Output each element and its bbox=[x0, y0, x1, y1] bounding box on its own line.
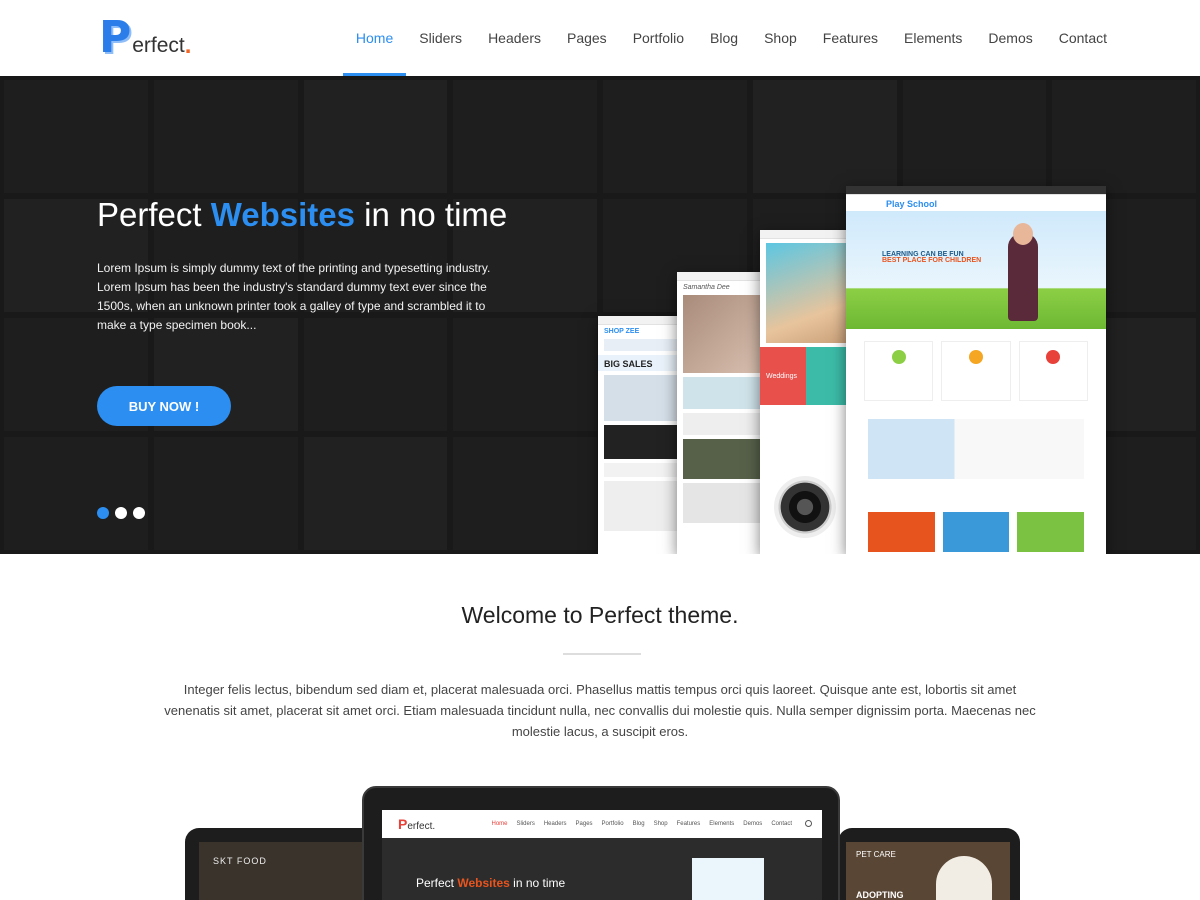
slider-dot-2[interactable] bbox=[115, 507, 127, 519]
nav-item-blog[interactable]: Blog bbox=[697, 0, 751, 76]
nav-item-contact[interactable]: Contact bbox=[1046, 0, 1120, 76]
device-perfect-theme: Perfect. Home Sliders Headers Pages Port… bbox=[362, 786, 840, 900]
device-food-theme: SKT FOOD bbox=[185, 828, 380, 900]
main-nav: Home Sliders Headers Pages Portfolio Blo… bbox=[342, 0, 1120, 76]
mockup-blog-title: Samantha Dee bbox=[683, 284, 730, 291]
food-theme-brand: SKT FOOD bbox=[213, 856, 267, 866]
hero-title-accent: Websites bbox=[210, 196, 355, 233]
section-divider bbox=[563, 653, 641, 655]
mini-logo: Perfect. bbox=[398, 816, 436, 832]
buy-now-button[interactable]: BUY NOW ! bbox=[97, 386, 231, 426]
camera-photo bbox=[774, 476, 836, 538]
mockup-shop-title: BIG SALES bbox=[598, 355, 688, 371]
site-header: P erfect . Home Sliders Headers Pages Po… bbox=[0, 0, 1200, 76]
mockup-photo-tile-weddings: Weddings bbox=[760, 347, 806, 405]
slider-dot-1[interactable] bbox=[97, 507, 109, 519]
nav-item-home[interactable]: Home bbox=[342, 0, 407, 76]
nav-item-sliders[interactable]: Sliders bbox=[406, 0, 475, 76]
site-logo[interactable]: P erfect . bbox=[99, 12, 192, 63]
dog-photo bbox=[936, 856, 992, 900]
nav-item-shop[interactable]: Shop bbox=[751, 0, 810, 76]
nav-item-elements[interactable]: Elements bbox=[891, 0, 975, 76]
welcome-title: Welcome to Perfect theme. bbox=[461, 602, 739, 628]
slider-pagination bbox=[97, 507, 145, 519]
perfect-theme-screen: Perfect. Home Sliders Headers Pages Port… bbox=[382, 810, 822, 900]
mockup-photography-theme: Weddings bbox=[760, 230, 852, 554]
mockup-school-theme: Play School LEARNING CAN BE FUN BEST PLA… bbox=[846, 186, 1106, 554]
mockup-shop-theme: SHOP ZEE BIG SALES bbox=[598, 316, 688, 554]
device-petcare-theme: PET CARE ADOPTING bbox=[838, 828, 1020, 900]
welcome-description: Integer felis lectus, bibendum sed diam … bbox=[164, 682, 1036, 739]
nav-item-headers[interactable]: Headers bbox=[475, 0, 554, 76]
mockup-blog-theme: Samantha Dee bbox=[677, 272, 769, 554]
logo-letter: P bbox=[99, 12, 132, 63]
logo-text: erfect bbox=[132, 34, 185, 57]
nav-item-demos[interactable]: Demos bbox=[975, 0, 1045, 76]
hero-slider: Perfect Websites in no time Lorem Ipsum … bbox=[0, 76, 1200, 554]
hero-description: Lorem Ipsum is simply dummy text of the … bbox=[97, 261, 491, 332]
logo-dot: . bbox=[184, 32, 192, 59]
mini-nav: Home Sliders Headers Pages Portfolio Blo… bbox=[491, 821, 792, 827]
mockup-shop-brand: SHOP ZEE bbox=[604, 328, 640, 335]
mini-site-header: Perfect. Home Sliders Headers Pages Port… bbox=[382, 810, 822, 838]
mockup-school-features bbox=[846, 329, 1106, 413]
mini-mockup-preview bbox=[692, 858, 764, 900]
petcare-theme-brand: PET CARE bbox=[856, 850, 896, 859]
child-illustration bbox=[1008, 223, 1038, 321]
nav-item-pages[interactable]: Pages bbox=[554, 0, 620, 76]
slider-dot-3[interactable] bbox=[133, 507, 145, 519]
mockup-school-title: Play School bbox=[886, 199, 938, 209]
nav-item-portfolio[interactable]: Portfolio bbox=[620, 0, 697, 76]
nav-item-features[interactable]: Features bbox=[810, 0, 891, 76]
petcare-theme-title: ADOPTING bbox=[856, 890, 904, 900]
mini-search-icon bbox=[805, 820, 812, 827]
hero-title: Perfect Websites in no time bbox=[97, 196, 508, 233]
mockup-school-banner: LEARNING CAN BE FUN BEST PLACE FOR CHILD… bbox=[846, 211, 1106, 329]
mockup-school-gallery bbox=[846, 512, 1106, 552]
mini-hero-title: Perfect Websites in no time bbox=[416, 876, 566, 890]
